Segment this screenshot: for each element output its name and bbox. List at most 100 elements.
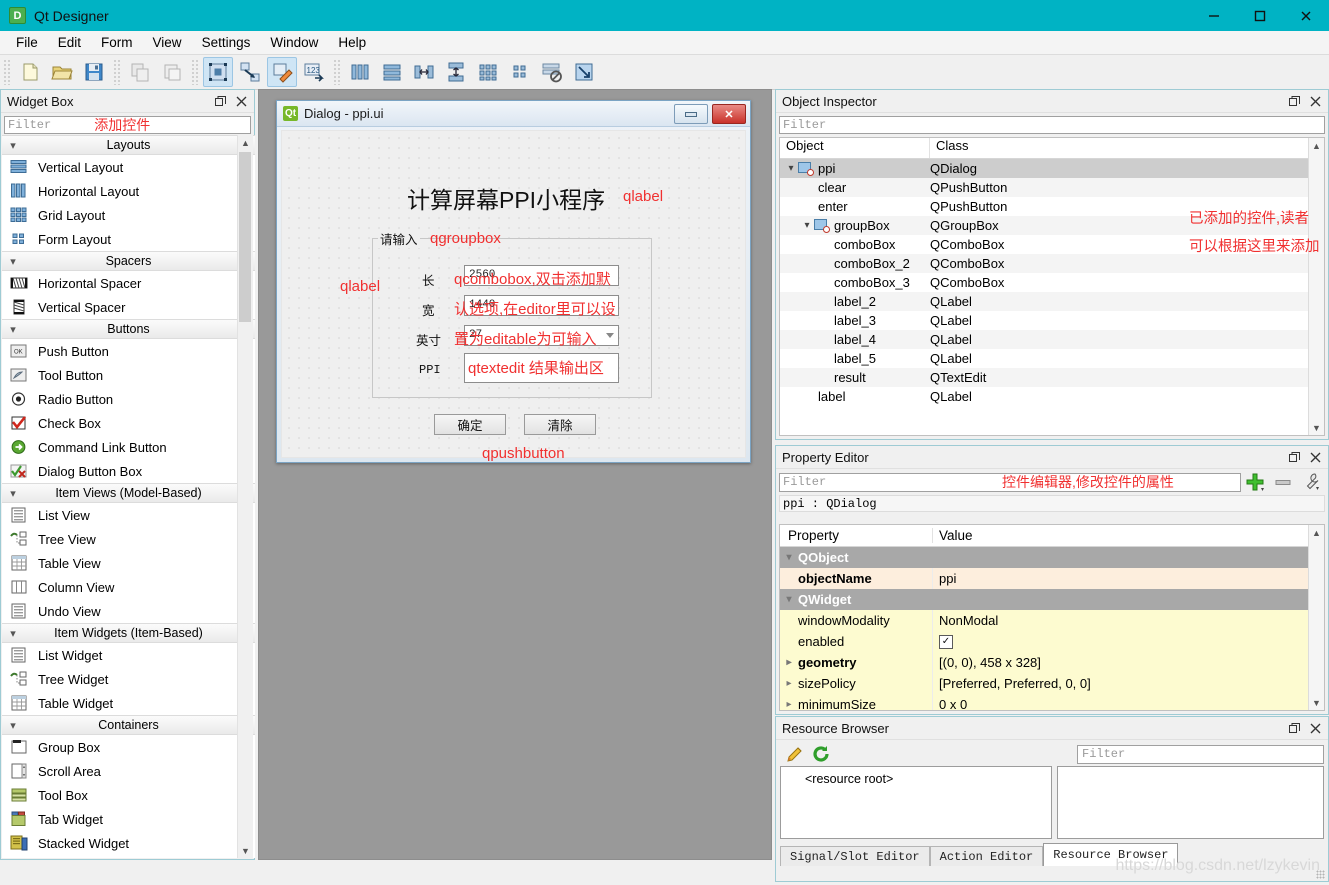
table-row[interactable]: comboBox_3 QComboBox <box>780 273 1324 292</box>
chevron-down-icon[interactable]: ▾ <box>784 163 798 174</box>
toolbar-grip[interactable] <box>3 59 11 85</box>
table-row[interactable]: label QLabel <box>780 387 1324 406</box>
object-inspector-filter-input[interactable]: Filter <box>779 116 1325 134</box>
resource-browser-close-button[interactable] <box>1307 720 1323 736</box>
widget-item-form-layout[interactable]: Form Layout <box>2 227 255 251</box>
row-label-width[interactable]: 宽 <box>422 300 435 319</box>
property-row-sizepolicy[interactable]: ▸ sizePolicy [Preferred, Preferred, 0, 0] <box>780 673 1324 694</box>
clear-button[interactable]: 清除 <box>524 414 596 435</box>
menu-file[interactable]: File <box>6 32 48 53</box>
form-close-button[interactable]: ✕ <box>712 104 746 124</box>
widget-item-grid-layout[interactable]: Grid Layout <box>2 203 255 227</box>
edit-buddies-button[interactable] <box>267 57 297 87</box>
reload-button[interactable] <box>808 742 834 766</box>
scroll-down-icon[interactable]: ▼ <box>1309 695 1324 710</box>
scrollbar-thumb[interactable] <box>239 152 251 322</box>
menu-window[interactable]: Window <box>260 32 328 53</box>
table-row[interactable]: label_5 QLabel <box>780 349 1324 368</box>
widget-item-stacked-widget[interactable]: Stacked Widget <box>2 831 255 855</box>
ok-button[interactable]: 确定 <box>434 414 506 435</box>
widget-item-undo-view[interactable]: Undo View <box>2 599 255 623</box>
widget-item-dialog-button-box[interactable]: Dialog Button Box <box>2 459 255 483</box>
widget-item-horizontal-layout[interactable]: Horizontal Layout <box>2 179 255 203</box>
layout-vertically-button[interactable] <box>377 57 407 87</box>
scroll-down-icon[interactable]: ▼ <box>238 843 253 858</box>
property-editor-table[interactable]: Property Value ▾ QObject objectName ppi ▾… <box>779 524 1325 711</box>
edit-resources-button[interactable] <box>782 742 808 766</box>
object-inspector-float-button[interactable] <box>1286 93 1302 109</box>
widget-item-check-box[interactable]: Check Box <box>2 411 255 435</box>
remove-property-button[interactable] <box>1269 471 1297 493</box>
toolbar-grip-3[interactable] <box>191 59 199 85</box>
layout-grid-button[interactable] <box>473 57 503 87</box>
scroll-up-icon[interactable]: ▲ <box>238 135 253 150</box>
tab-action-editor[interactable]: Action Editor <box>929 846 1044 866</box>
widget-group-buttons[interactable]: ▾ Buttons <box>2 319 255 339</box>
resource-browser-filter-input[interactable]: Filter <box>1077 744 1324 764</box>
menu-view[interactable]: View <box>143 32 192 53</box>
tab-signal-slot-editor[interactable]: Signal/Slot Editor <box>780 846 930 866</box>
resource-browser-float-button[interactable] <box>1286 720 1302 736</box>
new-file-button[interactable] <box>15 57 45 87</box>
table-row[interactable]: label_4 QLabel <box>780 330 1324 349</box>
layout-in-splitter-h-button[interactable] <box>409 57 439 87</box>
open-file-button[interactable] <box>47 57 77 87</box>
add-property-button[interactable] <box>1241 471 1269 493</box>
break-layout-button[interactable] <box>537 57 567 87</box>
row-label-inch[interactable]: 英寸 <box>416 330 441 349</box>
maximize-button[interactable] <box>1237 0 1283 31</box>
widget-item-scroll-area[interactable]: Scroll Area <box>2 759 255 783</box>
widget-group-item-widgets[interactable]: ▾ Item Widgets (Item-Based) <box>2 623 255 643</box>
widget-box-filter-input[interactable]: Filter 添加控件 <box>4 116 251 134</box>
widget-item-table-widget[interactable]: Table Widget <box>2 691 255 715</box>
edit-signals-slots-button[interactable] <box>235 57 265 87</box>
layout-form-button[interactable] <box>505 57 535 87</box>
widget-item-horizontal-spacer[interactable]: Horizontal Spacer <box>2 271 255 295</box>
property-value[interactable]: ppi <box>932 568 1324 589</box>
toolbar-grip-4[interactable] <box>333 59 341 85</box>
close-button[interactable] <box>1283 0 1329 31</box>
widget-item-tab-widget[interactable]: Tab Widget <box>2 807 255 831</box>
resource-tree[interactable]: <resource root> <box>780 766 1052 839</box>
widget-item-tree-view[interactable]: Tree View <box>2 527 255 551</box>
form-minimize-button[interactable] <box>674 104 708 124</box>
layout-horizontally-button[interactable] <box>345 57 375 87</box>
form-heading-label[interactable]: 计算屏幕PPI小程序 <box>407 181 605 215</box>
object-inspector-scrollbar[interactable]: ▲ ▼ <box>1308 138 1324 435</box>
widget-group-item-views[interactable]: ▾ Item Views (Model-Based) <box>2 483 255 503</box>
property-group-qwidget[interactable]: ▾ QWidget <box>780 589 1324 610</box>
widget-group-spacers[interactable]: ▾ Spacers <box>2 251 255 271</box>
widget-group-containers[interactable]: ▾ Containers <box>2 715 255 735</box>
widget-item-list-widget[interactable]: List Widget <box>2 643 255 667</box>
minimize-button[interactable] <box>1191 0 1237 31</box>
property-value[interactable]: 0 x 0 <box>932 694 1324 710</box>
scroll-up-icon[interactable]: ▲ <box>1309 525 1324 540</box>
menu-settings[interactable]: Settings <box>192 32 261 53</box>
property-value[interactable]: [Preferred, Preferred, 0, 0] <box>932 673 1324 694</box>
widget-item-command-link-button[interactable]: Command Link Button <box>2 435 255 459</box>
menu-edit[interactable]: Edit <box>48 32 91 53</box>
table-row[interactable]: clear QPushButton <box>780 178 1324 197</box>
toolbar-grip-2[interactable] <box>113 59 121 85</box>
widget-box-close-button[interactable] <box>233 93 249 109</box>
scroll-up-icon[interactable]: ▲ <box>1309 138 1324 153</box>
widget-item-group-box[interactable]: Group Box <box>2 735 255 759</box>
widget-box-scrollbar[interactable]: ▲ ▼ <box>237 135 253 858</box>
property-editor-float-button[interactable] <box>1286 449 1302 465</box>
row-label-length[interactable]: 长 <box>422 270 435 289</box>
enabled-checkbox[interactable]: ✓ <box>939 634 953 649</box>
widget-item-tool-box[interactable]: Tool Box <box>2 783 255 807</box>
widget-item-tool-button[interactable]: Tool Button <box>2 363 255 387</box>
resource-preview[interactable] <box>1057 766 1324 839</box>
widget-item-partial[interactable] <box>2 855 255 858</box>
configure-button[interactable] <box>1297 471 1325 493</box>
widget-item-list-view[interactable]: List View <box>2 503 255 527</box>
property-editor-filter-input[interactable]: Filter 控件编辑器,修改控件的属性 <box>779 472 1241 492</box>
object-inspector-close-button[interactable] <box>1307 93 1323 109</box>
chevron-right-icon[interactable]: ▸ <box>780 699 798 710</box>
menu-help[interactable]: Help <box>328 32 376 53</box>
chevron-right-icon[interactable]: ▸ <box>780 678 798 689</box>
save-file-button[interactable] <box>79 57 109 87</box>
widget-item-vertical-layout[interactable]: Vertical Layout <box>2 155 255 179</box>
table-row[interactable]: label_3 QLabel <box>780 311 1324 330</box>
